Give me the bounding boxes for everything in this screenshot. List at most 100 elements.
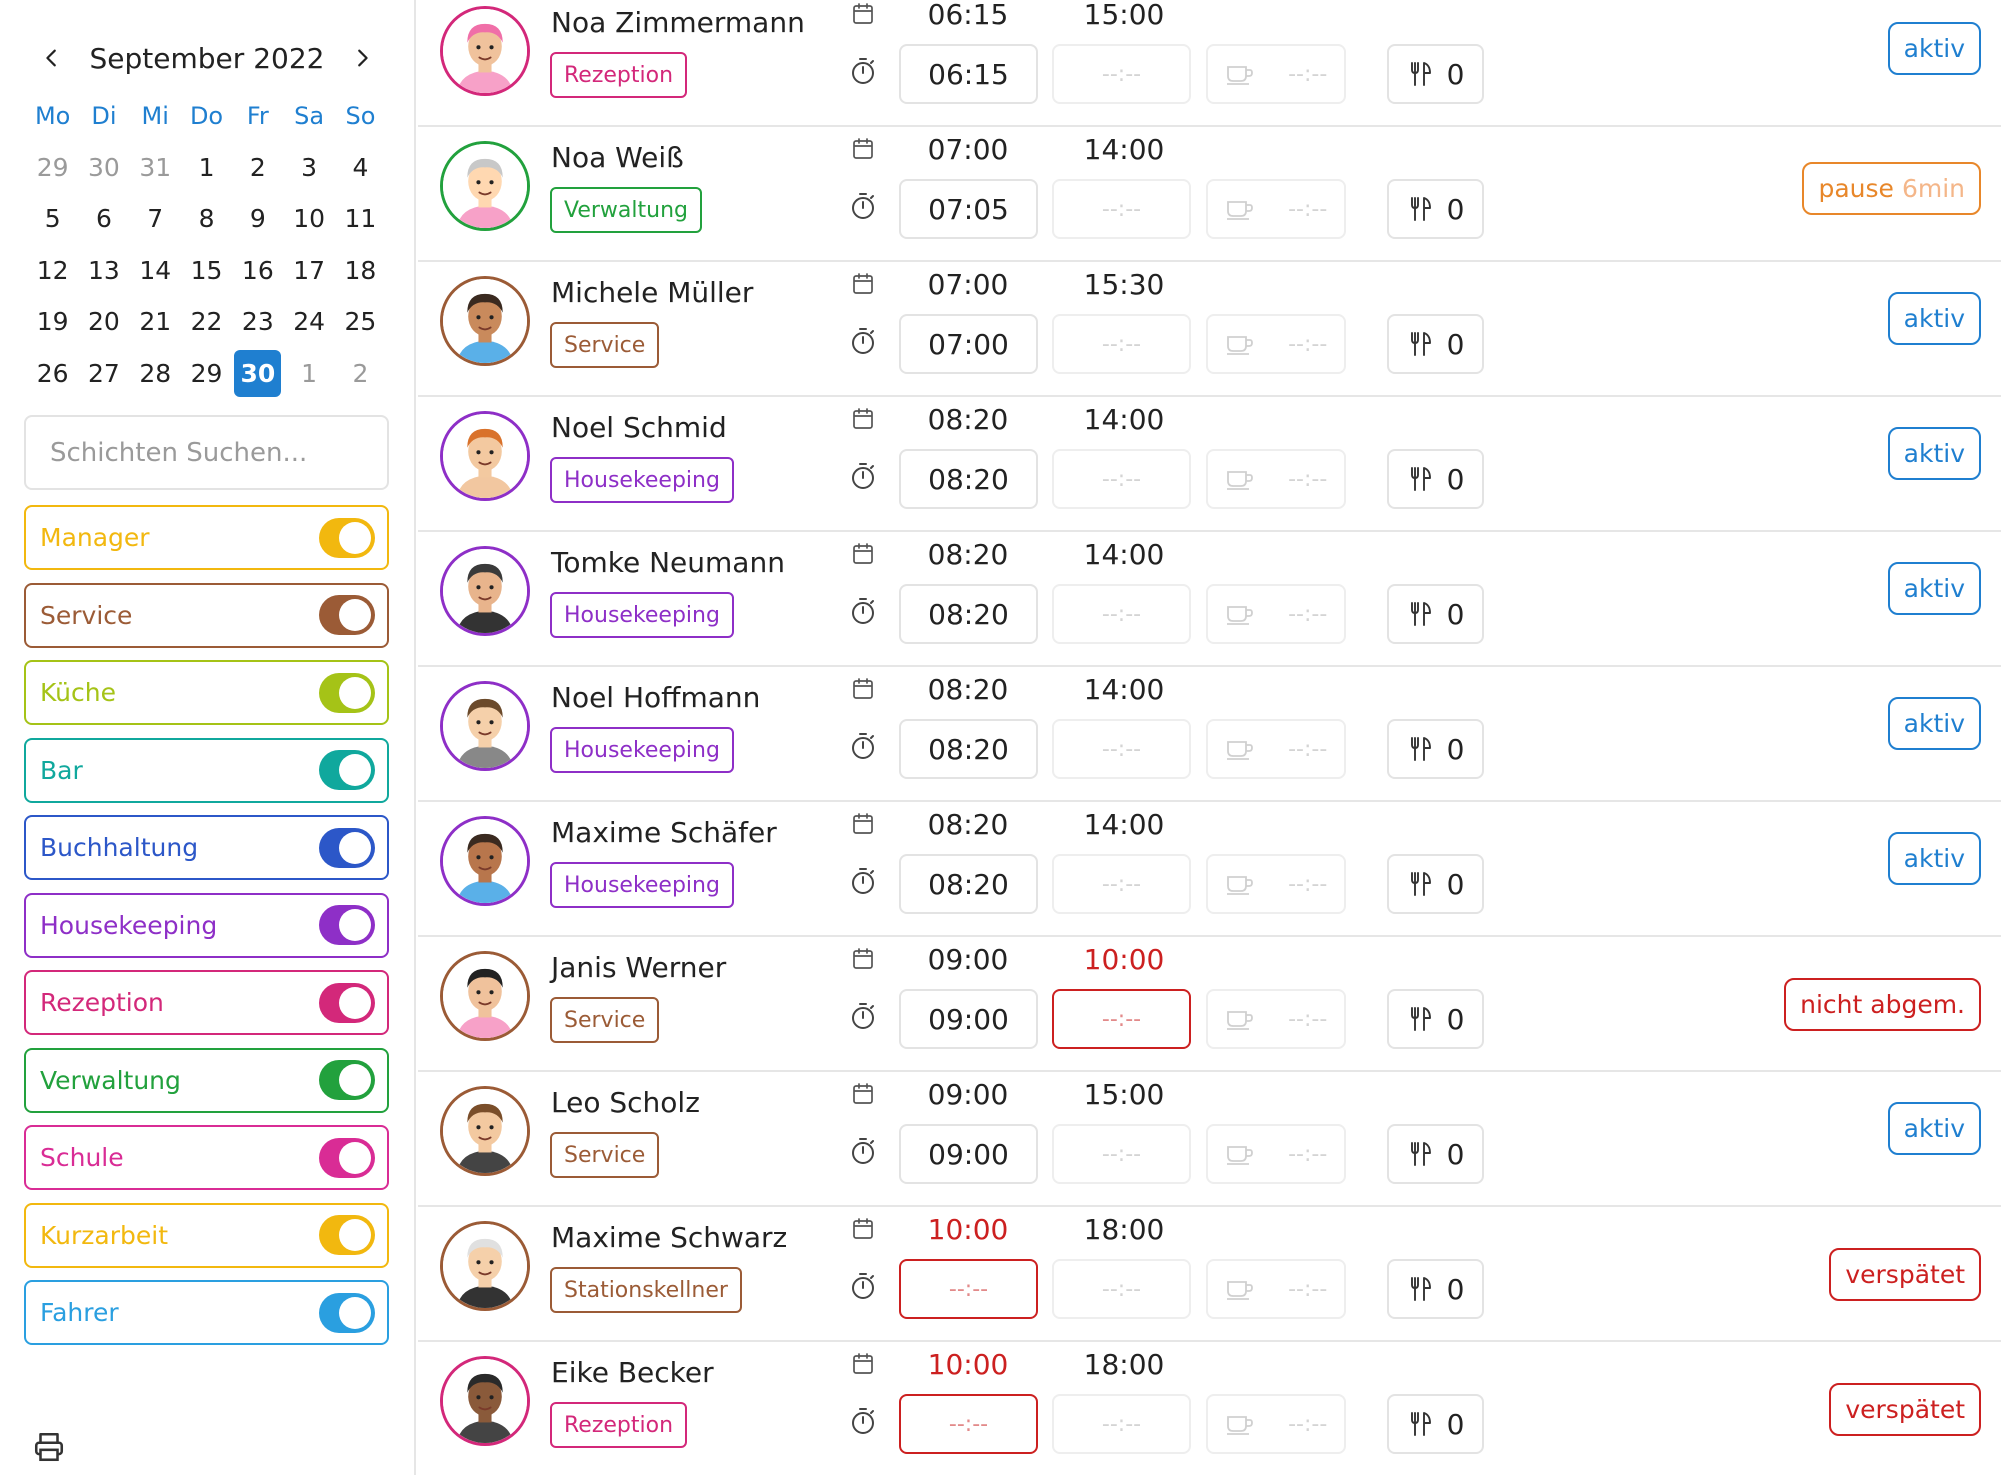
calendar-day[interactable]: 9 — [232, 193, 283, 245]
actual-end-field[interactable]: --:-- — [1052, 719, 1191, 779]
pause-field[interactable]: --:-- — [1206, 1124, 1346, 1184]
meal-field[interactable]: 0 — [1387, 449, 1484, 509]
actual-start-field[interactable]: 09:00 — [899, 1124, 1038, 1184]
shift-row[interactable]: Maxime Schwarz Stationskellner 10:00 18:00 -… — [418, 1207, 2001, 1342]
calendar-day[interactable]: 2 — [232, 142, 283, 194]
calendar-day[interactable]: 10 — [283, 193, 334, 245]
calendar-day[interactable]: 7 — [130, 193, 181, 245]
actual-end-field[interactable]: --:-- — [1052, 989, 1191, 1049]
filter-bar[interactable]: Bar — [24, 737, 389, 803]
actual-start-field[interactable]: 07:05 — [899, 179, 1038, 239]
filter-toggle[interactable] — [319, 1137, 375, 1178]
meal-field[interactable]: 0 — [1387, 1259, 1484, 1319]
search-input[interactable] — [50, 437, 374, 468]
filter-toggle[interactable] — [319, 827, 375, 868]
meal-field[interactable]: 0 — [1387, 179, 1484, 239]
filter-service[interactable]: Service — [24, 582, 389, 648]
meal-field[interactable]: 0 — [1387, 719, 1484, 779]
filter-housekeeping[interactable]: Housekeeping — [24, 892, 389, 958]
calendar-day[interactable]: 1 — [283, 348, 334, 400]
meal-field[interactable]: 0 — [1387, 989, 1484, 1049]
shift-row[interactable]: Maxime Schäfer Housekeeping 08:20 14:00 08:2… — [418, 802, 2001, 937]
pause-field[interactable]: --:-- — [1206, 314, 1346, 374]
calendar-day[interactable]: 3 — [283, 142, 334, 194]
calendar-day[interactable]: 26 — [27, 348, 78, 400]
actual-end-field[interactable]: --:-- — [1052, 854, 1191, 914]
filter-rezeption[interactable]: Rezeption — [24, 970, 389, 1035]
filter-manager[interactable]: Manager — [24, 505, 389, 570]
calendar-day[interactable]: 27 — [78, 348, 129, 400]
filter-toggle[interactable] — [319, 905, 375, 945]
meal-field[interactable]: 0 — [1387, 584, 1484, 644]
calendar-day[interactable]: 15 — [181, 245, 232, 297]
filter-kurzarbeit[interactable]: Kurzarbeit — [24, 1202, 389, 1268]
pause-field[interactable]: --:-- — [1206, 44, 1346, 104]
actual-start-field[interactable]: 08:20 — [899, 854, 1038, 914]
calendar-day[interactable]: 13 — [78, 245, 129, 297]
filter-toggle[interactable] — [319, 1292, 375, 1333]
calendar-day[interactable]: 29 — [27, 142, 78, 194]
shift-row[interactable]: Tomke Neumann Housekeeping 08:20 14:00 08:20… — [418, 532, 2001, 667]
filter-verwaltung[interactable]: Verwaltung — [24, 1047, 389, 1113]
calendar-day[interactable]: 19 — [27, 296, 78, 348]
calendar-day[interactable]: 8 — [181, 193, 232, 245]
filter-toggle[interactable] — [319, 1060, 375, 1100]
calendar-day[interactable]: 6 — [78, 193, 129, 245]
shift-row[interactable]: Noel Schmid Housekeeping 08:20 14:00 08:20 --… — [418, 397, 2001, 532]
calendar-day[interactable]: 17 — [283, 245, 334, 297]
chevron-left-icon[interactable] — [32, 38, 72, 78]
pause-field[interactable]: --:-- — [1206, 1394, 1346, 1454]
pause-field[interactable]: --:-- — [1206, 179, 1346, 239]
shift-row[interactable]: Noa Weiß Verwaltung 07:00 14:00 07:05 --:-- --… — [418, 127, 2001, 262]
filter-toggle[interactable] — [319, 982, 375, 1023]
calendar-day[interactable]: 12 — [27, 245, 78, 297]
calendar-day[interactable]: 18 — [335, 245, 386, 297]
actual-end-field[interactable]: --:-- — [1052, 44, 1191, 104]
calendar-day[interactable]: 1 — [181, 142, 232, 194]
actual-end-field[interactable]: --:-- — [1052, 1124, 1191, 1184]
actual-end-field[interactable]: --:-- — [1052, 584, 1191, 644]
actual-start-field[interactable]: --:-- — [899, 1259, 1038, 1319]
calendar-day[interactable]: 25 — [335, 296, 386, 348]
pause-field[interactable]: --:-- — [1206, 584, 1346, 644]
calendar-day[interactable]: 2 — [335, 348, 386, 400]
meal-field[interactable]: 0 — [1387, 314, 1484, 374]
calendar-day[interactable]: 23 — [232, 296, 283, 348]
actual-start-field[interactable]: 09:00 — [899, 989, 1038, 1049]
filter-toggle[interactable] — [319, 672, 375, 713]
actual-end-field[interactable]: --:-- — [1052, 179, 1191, 239]
printer-icon[interactable] — [32, 1430, 66, 1464]
filter-küche[interactable]: Küche — [24, 660, 389, 725]
filter-toggle[interactable] — [319, 750, 375, 790]
pause-field[interactable]: --:-- — [1206, 719, 1346, 779]
actual-start-field[interactable]: 06:15 — [899, 44, 1038, 104]
meal-field[interactable]: 0 — [1387, 854, 1484, 914]
actual-start-field[interactable]: 08:20 — [899, 584, 1038, 644]
shift-row[interactable]: Leo Scholz Service 09:00 15:00 09:00 --:-- --:… — [418, 1072, 2001, 1207]
shift-row[interactable]: Michele Müller Service 07:00 15:30 07:00 --:-… — [418, 262, 2001, 397]
pause-field[interactable]: --:-- — [1206, 449, 1346, 509]
actual-start-field[interactable]: 08:20 — [899, 719, 1038, 779]
calendar-day[interactable]: 29 — [181, 348, 232, 400]
actual-end-field[interactable]: --:-- — [1052, 1259, 1191, 1319]
meal-field[interactable]: 0 — [1387, 1394, 1484, 1454]
pause-field[interactable]: --:-- — [1206, 989, 1346, 1049]
actual-end-field[interactable]: --:-- — [1052, 314, 1191, 374]
calendar-day[interactable]: 14 — [130, 245, 181, 297]
calendar-day[interactable]: 28 — [130, 348, 181, 400]
filter-toggle[interactable] — [319, 517, 375, 558]
chevron-right-icon[interactable] — [342, 38, 382, 78]
calendar-day[interactable]: 22 — [181, 296, 232, 348]
calendar-day[interactable]: 31 — [130, 142, 181, 194]
actual-end-field[interactable]: --:-- — [1052, 449, 1191, 509]
meal-field[interactable]: 0 — [1387, 44, 1484, 104]
shift-row[interactable]: Janis Werner Service 09:00 10:00 09:00 --:-- -… — [418, 937, 2001, 1072]
actual-start-field[interactable]: --:-- — [899, 1394, 1038, 1454]
shift-row[interactable]: Eike Becker Rezeption 10:00 18:00 --:-- --:--… — [418, 1342, 2001, 1475]
calendar-day-selected[interactable]: 30 — [234, 349, 282, 397]
filter-toggle[interactable] — [319, 595, 375, 635]
meal-field[interactable]: 0 — [1387, 1124, 1484, 1184]
actual-start-field[interactable]: 08:20 — [899, 449, 1038, 509]
filter-toggle[interactable] — [319, 1215, 375, 1255]
actual-end-field[interactable]: --:-- — [1052, 1394, 1191, 1454]
